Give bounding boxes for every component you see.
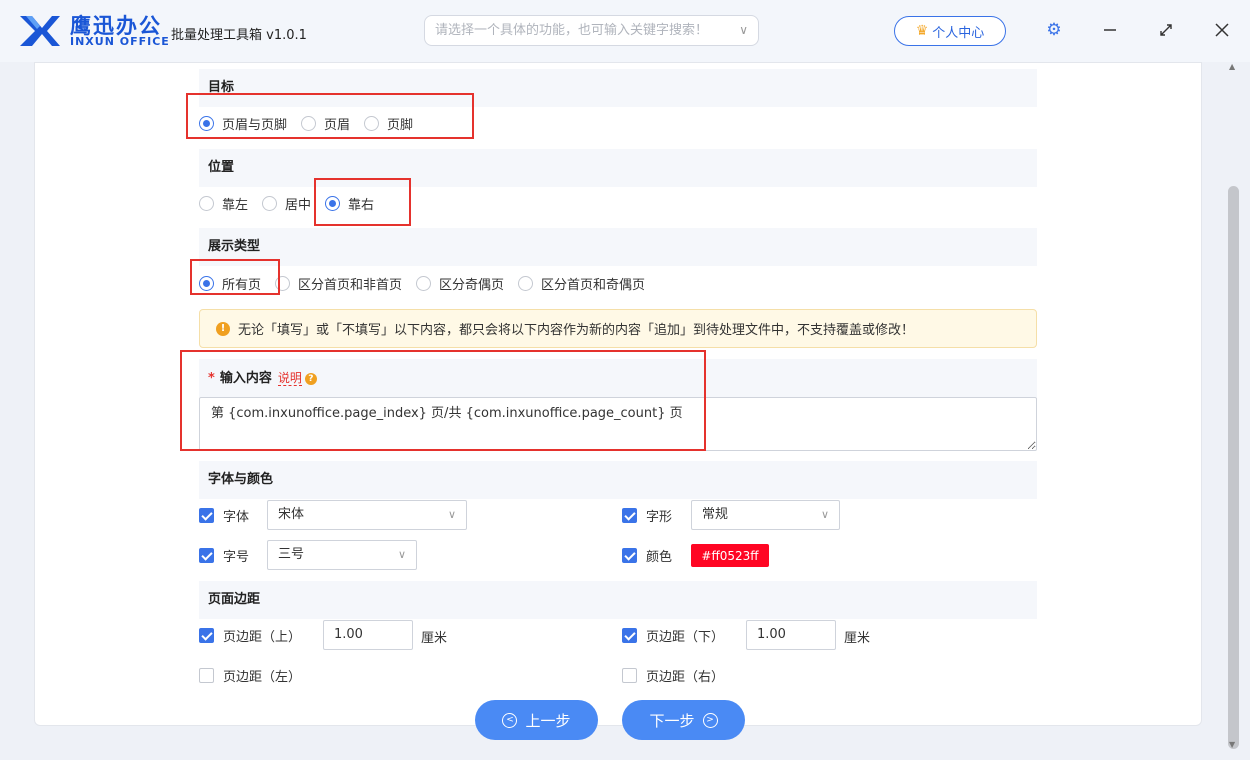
chevron-down-icon: ∨ — [397, 548, 406, 561]
radio-label: 区分奇偶页 — [439, 277, 505, 293]
margin-bottom-option[interactable]: 页边距（下） — [622, 620, 724, 650]
margin-top-unit: 厘米 — [421, 631, 448, 646]
font-family-option[interactable]: 字体 — [199, 500, 249, 530]
search-box[interactable]: ∨ — [424, 15, 759, 46]
notice-banner: ! 无论「填写」或「不填写」以下内容，都只会将以下内容作为新的内容「追加」到待处… — [199, 309, 1037, 348]
margin-right-option[interactable]: 页边距（右） — [622, 660, 724, 690]
radio-label: 区分首页和奇偶页 — [541, 277, 646, 293]
radio-label: 靠左 — [222, 197, 249, 213]
scroll-up-arrow-icon[interactable]: ▲ — [1229, 62, 1235, 71]
notice-text: 无论「填写」或「不填写」以下内容，都只会将以下内容作为新的内容「追加」到待处理文… — [238, 323, 915, 338]
radio-odd-even-pages[interactable]: 区分奇偶页 — [416, 274, 504, 293]
next-step-button[interactable]: 下一步 > — [622, 700, 745, 740]
search-input[interactable] — [425, 16, 725, 45]
arrow-right-circle-icon: > — [702, 712, 718, 728]
section-font-title: 字体与颜色 — [199, 461, 1037, 499]
color-picker-swatch[interactable]: #ff0523ff — [691, 544, 769, 567]
font-style-checkbox[interactable] — [622, 507, 637, 523]
margin-bottom-input[interactable]: 1.00 — [746, 620, 836, 650]
margin-left-option[interactable]: 页边距（左） — [199, 660, 301, 690]
margin-top-checkbox[interactable] — [199, 627, 214, 643]
font-style-select[interactable]: 常规 ∨ — [691, 500, 840, 530]
radio-first-and-odd-even-pages[interactable]: 区分首页和奇偶页 — [518, 274, 645, 293]
section-margins-title: 页面边距 — [199, 581, 1037, 619]
inxun-logo-icon — [20, 16, 60, 46]
font-family-value: 宋体 — [278, 507, 305, 522]
margin-top-input[interactable]: 1.00 — [323, 620, 413, 650]
radio-label: 区分首页和非首页 — [298, 277, 403, 293]
highlight-box-content — [180, 350, 706, 451]
font-size-select[interactable]: 三号 ∨ — [267, 540, 417, 570]
font-family-label: 字体 — [223, 509, 250, 525]
scrollbar-thumb[interactable] — [1228, 186, 1239, 749]
crown-icon: ♛ — [915, 23, 929, 39]
margin-left-checkbox[interactable] — [199, 667, 214, 683]
margin-right-checkbox[interactable] — [622, 667, 637, 683]
chevron-down-icon: ∨ — [447, 508, 456, 521]
highlight-box-target — [186, 93, 474, 139]
next-step-label: 下一步 — [649, 711, 695, 730]
font-size-value: 三号 — [278, 547, 305, 562]
radio-align-left[interactable]: 靠左 — [199, 194, 248, 213]
margin-bottom-unit: 厘米 — [844, 631, 871, 646]
margin-top-option[interactable]: 页边距（上） — [199, 620, 301, 650]
font-family-checkbox[interactable] — [199, 507, 214, 523]
minimize-icon[interactable] — [1098, 18, 1122, 42]
font-family-select[interactable]: 宋体 ∨ — [267, 500, 467, 530]
color-checkbox[interactable] — [622, 547, 637, 563]
section-display-type-title: 展示类型 — [199, 228, 1037, 266]
margin-bottom-checkbox[interactable] — [622, 627, 637, 643]
font-size-checkbox[interactable] — [199, 547, 214, 563]
font-size-option[interactable]: 字号 — [199, 540, 249, 570]
margin-left-label: 页边距（左） — [223, 669, 302, 685]
brand-name-en: INXUN OFFICE — [70, 35, 170, 48]
user-center-label: 个人中心 — [932, 25, 985, 41]
color-option[interactable]: 颜色 — [622, 540, 672, 570]
previous-step-button[interactable]: < 上一步 — [475, 700, 598, 740]
user-center-button[interactable]: ♛ 个人中心 — [894, 16, 1006, 46]
font-style-option[interactable]: 字形 — [622, 500, 672, 530]
font-style-value: 常规 — [702, 507, 729, 522]
app-title: 批量处理工具箱 v1.0.1 — [171, 28, 307, 43]
close-icon[interactable] — [1210, 18, 1234, 42]
radio-label: 居中 — [285, 197, 312, 213]
scroll-down-arrow-icon[interactable]: ▼ — [1229, 740, 1235, 749]
margin-top-label: 页边距（上） — [223, 629, 302, 645]
title-bar: 鹰迅办公 INXUN OFFICE 批量处理工具箱 v1.0.1 ∨ ♛ 个人中… — [0, 0, 1250, 62]
settings-gear-icon[interactable]: ⚙ — [1042, 18, 1066, 42]
warning-icon: ! — [216, 321, 230, 336]
color-label: 颜色 — [646, 549, 673, 565]
margin-bottom-label: 页边距（下） — [646, 629, 725, 645]
maximize-icon[interactable] — [1154, 18, 1178, 42]
highlight-box-position — [314, 178, 411, 226]
previous-step-label: 上一步 — [525, 711, 571, 730]
margin-right-label: 页边距（右） — [646, 669, 725, 685]
chevron-down-icon: ∨ — [820, 508, 829, 521]
radio-align-center[interactable]: 居中 — [262, 194, 311, 213]
radio-first-and-other-pages[interactable]: 区分首页和非首页 — [275, 274, 402, 293]
font-size-label: 字号 — [223, 549, 250, 565]
chevron-down-icon[interactable]: ∨ — [739, 23, 748, 37]
highlight-box-display-type — [190, 259, 280, 295]
font-style-label: 字形 — [646, 509, 673, 525]
arrow-left-circle-icon: < — [502, 712, 518, 728]
